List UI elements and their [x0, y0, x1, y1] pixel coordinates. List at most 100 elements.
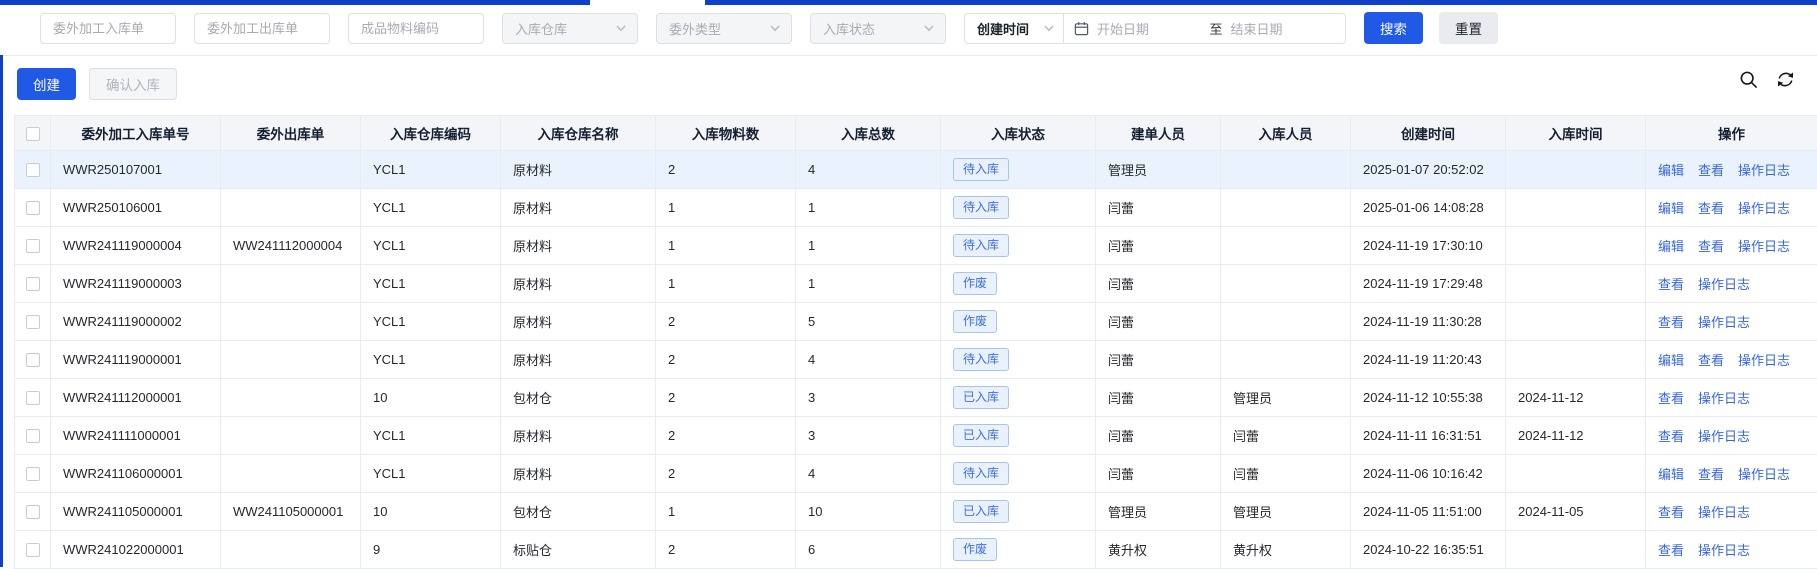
cell-outbound_no [221, 417, 361, 455]
action-edit-link[interactable]: 编辑 [1658, 353, 1684, 368]
action-view-link[interactable]: 查看 [1698, 239, 1724, 254]
status-badge: 作废 [953, 272, 997, 294]
status-badge: 作废 [953, 538, 997, 560]
row-checkbox[interactable] [26, 467, 40, 481]
cell-outbound_no [221, 189, 361, 227]
action-edit-link[interactable]: 编辑 [1658, 201, 1684, 216]
action-log-link[interactable]: 操作日志 [1738, 239, 1790, 254]
action-view-link[interactable]: 查看 [1698, 163, 1724, 178]
action-log-link[interactable]: 操作日志 [1698, 315, 1750, 330]
cell-creator: 黄升权 [1096, 531, 1221, 569]
action-view-link[interactable]: 查看 [1658, 315, 1684, 330]
cell-outbound_no: WW241112000004 [221, 227, 361, 265]
row-checkbox[interactable] [26, 201, 40, 215]
column-header-warehouse_name: 入库仓库名称 [501, 116, 656, 151]
action-log-link[interactable]: 操作日志 [1738, 163, 1790, 178]
table-body: WWR250107001YCL1原材料24待入库管理员2025-01-07 20… [15, 151, 1817, 569]
cell-inbound_at [1506, 303, 1646, 341]
row-checkbox[interactable] [26, 315, 40, 329]
cell-warehouse_code: 10 [361, 379, 501, 417]
row-checkbox[interactable] [26, 505, 40, 519]
row-checkbox[interactable] [26, 163, 40, 177]
cell-actions: 编辑查看操作日志 [1646, 455, 1817, 493]
action-view-link[interactable]: 查看 [1658, 505, 1684, 520]
status-badge: 待入库 [953, 234, 1009, 256]
outsource-outbound-order-input[interactable] [194, 13, 330, 44]
cell-total_count: 4 [796, 455, 941, 493]
search-icon[interactable] [1739, 70, 1758, 89]
cell-actions: 查看操作日志 [1646, 531, 1817, 569]
cell-status: 已入库 [941, 379, 1096, 417]
cell-material_count: 2 [656, 151, 796, 189]
start-date-placeholder[interactable]: 开始日期 [1097, 19, 1202, 38]
action-log-link[interactable]: 操作日志 [1738, 353, 1790, 368]
date-type-select[interactable]: 创建时间 [964, 13, 1064, 44]
action-log-link[interactable]: 操作日志 [1738, 201, 1790, 216]
cell-total_count: 3 [796, 417, 941, 455]
action-view-link[interactable]: 查看 [1658, 277, 1684, 292]
action-view-link[interactable]: 查看 [1698, 467, 1724, 482]
row-select-cell [15, 379, 51, 417]
finished-material-code-input[interactable] [348, 13, 484, 44]
cell-status: 待入库 [941, 189, 1096, 227]
select-all-checkbox[interactable] [26, 127, 40, 141]
confirm-inbound-button[interactable]: 确认入库 [89, 68, 177, 100]
action-log-link[interactable]: 操作日志 [1698, 391, 1750, 406]
action-log-link[interactable]: 操作日志 [1698, 277, 1750, 292]
row-checkbox[interactable] [26, 429, 40, 443]
action-edit-link[interactable]: 编辑 [1658, 239, 1684, 254]
cell-warehouse_code: YCL1 [361, 265, 501, 303]
table-row: WWR24111200000110包材仓23已入库闫蕾管理员2024-11-12… [15, 379, 1817, 417]
end-date-placeholder[interactable]: 结束日期 [1231, 19, 1336, 38]
status-badge: 作废 [953, 310, 997, 332]
cell-warehouse_name: 标贴仓 [501, 531, 656, 569]
action-edit-link[interactable]: 编辑 [1658, 467, 1684, 482]
column-header-order_no: 委外加工入库单号 [51, 116, 221, 151]
action-view-link[interactable]: 查看 [1698, 353, 1724, 368]
cell-material_count: 2 [656, 379, 796, 417]
cell-warehouse_name: 原材料 [501, 455, 656, 493]
cell-creator: 管理员 [1096, 493, 1221, 531]
row-checkbox[interactable] [26, 391, 40, 405]
row-checkbox[interactable] [26, 239, 40, 253]
reset-button[interactable]: 重置 [1439, 12, 1498, 44]
action-log-link[interactable]: 操作日志 [1738, 467, 1790, 482]
cell-material_count: 2 [656, 303, 796, 341]
action-log-link[interactable]: 操作日志 [1698, 505, 1750, 520]
action-log-link[interactable]: 操作日志 [1698, 429, 1750, 444]
outsource-type-select[interactable]: 委外类型 [656, 13, 792, 44]
action-view-link[interactable]: 查看 [1658, 543, 1684, 558]
cell-inbound_at [1506, 189, 1646, 227]
cell-total_count: 5 [796, 303, 941, 341]
inbound-warehouse-select[interactable]: 入库仓库 [502, 13, 638, 44]
cell-material_count: 1 [656, 493, 796, 531]
cell-created_at: 2024-11-05 11:51:00 [1351, 493, 1506, 531]
inbound-status-select[interactable]: 入库状态 [810, 13, 946, 44]
cell-created_at: 2025-01-07 20:52:02 [1351, 151, 1506, 189]
action-edit-link[interactable]: 编辑 [1658, 163, 1684, 178]
action-view-link[interactable]: 查看 [1698, 201, 1724, 216]
outsource-inbound-order-input[interactable] [40, 13, 176, 44]
cell-status: 作废 [941, 265, 1096, 303]
column-header-material_count: 入库物料数 [656, 116, 796, 151]
search-button[interactable]: 搜索 [1364, 12, 1423, 44]
row-checkbox[interactable] [26, 543, 40, 557]
action-log-link[interactable]: 操作日志 [1698, 543, 1750, 558]
filter-bar: 入库仓库 委外类型 入库状态 创建时间 开始日期 至 结束日期 搜索 重置 [0, 0, 1817, 56]
action-view-link[interactable]: 查看 [1658, 391, 1684, 406]
row-select-cell [15, 417, 51, 455]
row-checkbox[interactable] [26, 353, 40, 367]
cell-warehouse_name: 原材料 [501, 151, 656, 189]
chevron-down-icon [1043, 22, 1055, 34]
create-button[interactable]: 创建 [17, 68, 76, 100]
cell-status: 待入库 [941, 341, 1096, 379]
table-row: WWR241119000004WW241112000004YCL1原材料11待入… [15, 227, 1817, 265]
column-header-actions: 操作 [1646, 116, 1817, 151]
refresh-icon[interactable] [1776, 70, 1795, 89]
cell-warehouse_name: 原材料 [501, 265, 656, 303]
cell-created_at: 2024-10-22 16:35:51 [1351, 531, 1506, 569]
date-range-separator: 至 [1210, 19, 1223, 38]
date-range-picker[interactable]: 开始日期 至 结束日期 [1064, 13, 1346, 44]
row-checkbox[interactable] [26, 277, 40, 291]
action-view-link[interactable]: 查看 [1658, 429, 1684, 444]
